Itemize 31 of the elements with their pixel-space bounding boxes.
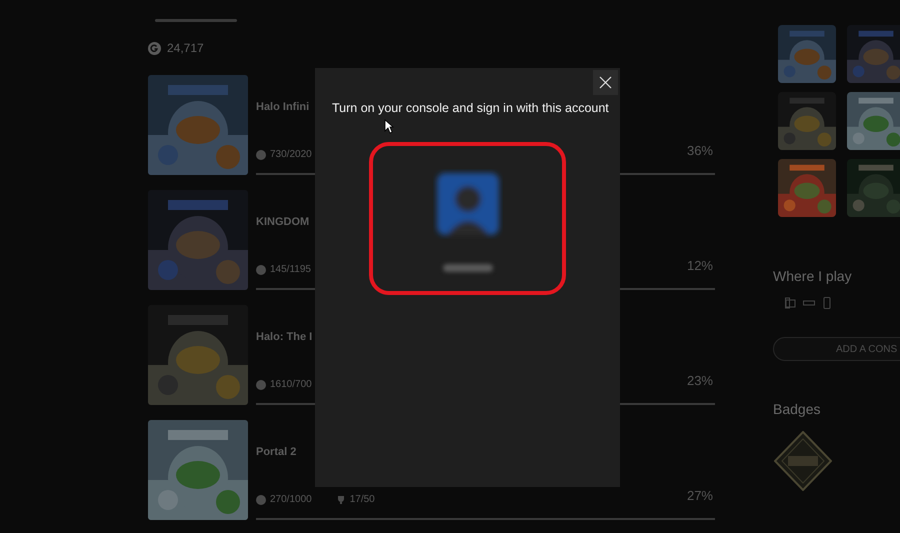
gamerscore-icon [256, 264, 266, 274]
dialog-message: Turn on your console and sign in with this account [332, 101, 609, 115]
game-score: 730/2020 [270, 149, 312, 160]
gamerscore-icon [148, 42, 161, 54]
progress-percent: 12% [686, 258, 713, 273]
gamerscore: 24,717 [167, 41, 204, 55]
section-title: Where I play [773, 268, 853, 284]
add-console-button[interactable]: ADD A CONS [773, 337, 900, 361]
diamond-badge-icon [774, 431, 832, 491]
game-score: 1610/700 [270, 379, 312, 390]
close-icon [599, 76, 612, 89]
game-score: 145/1195 [270, 264, 311, 275]
cursor-icon [384, 119, 394, 134]
game-score: 270/1000 [270, 494, 312, 505]
progress-percent: 27% [686, 488, 713, 503]
gamerscore-icon [256, 150, 266, 160]
game-title: KINGDOM [256, 216, 310, 228]
blurred-name [442, 264, 492, 272]
gamerscore-icon [256, 494, 266, 504]
progress-percent: 36% [686, 143, 713, 158]
trophy-icon [336, 494, 346, 504]
achievement-count: 17/50 [350, 494, 375, 505]
gamerscore-icon [256, 380, 266, 390]
phone-icon [821, 297, 833, 309]
progress-percent: 23% [686, 373, 713, 388]
game-title: Portal 2 [256, 446, 296, 458]
pc-icon [785, 297, 797, 309]
game-title: Halo Infini [256, 101, 310, 113]
game-title: Halo: The I [256, 331, 312, 343]
close-button[interactable] [593, 70, 618, 95]
section-title: Badges [773, 401, 822, 417]
